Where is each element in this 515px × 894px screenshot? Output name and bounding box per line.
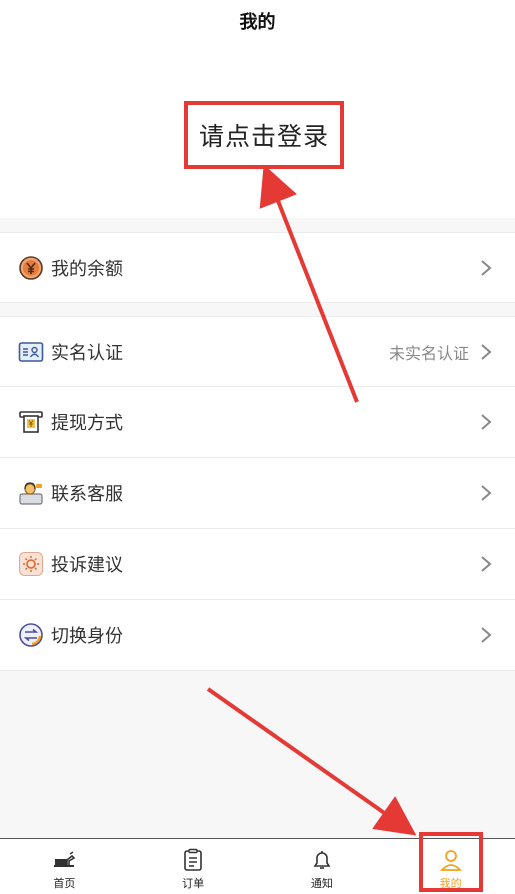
chevron-right-icon	[479, 413, 493, 431]
profile-header: 我的 请点击登录	[0, 0, 515, 218]
menu-label: 实名认证	[51, 342, 123, 364]
tab-highlight-box	[419, 832, 483, 892]
arrow-to-me-tab	[206, 687, 417, 836]
menu-label: 联系客服	[51, 484, 123, 505]
tab-orders[interactable]: 订单	[129, 839, 258, 894]
page-title: 我的	[239, 12, 276, 33]
home-truck-icon	[52, 848, 76, 872]
tab-label: 通知	[310, 876, 333, 890]
order-list-icon	[181, 848, 205, 872]
login-highlight-box: 请点击登录	[184, 101, 344, 169]
tab-label: 首页	[53, 876, 76, 890]
menu-item-customer-service[interactable]: 联系客服	[0, 458, 515, 529]
feedback-icon	[18, 551, 44, 577]
customer-service-icon	[18, 480, 44, 506]
menu-label: 切换身份	[51, 626, 123, 647]
chevron-right-icon	[479, 555, 493, 573]
switch-identity-icon	[18, 622, 44, 648]
menu-item-feedback[interactable]: 投诉建议	[0, 529, 515, 600]
verification-status: 未实名认证	[388, 343, 469, 363]
yen-coin-icon	[18, 255, 44, 281]
tab-label: 订单	[182, 876, 205, 890]
menu-label: 我的余额	[51, 258, 123, 280]
tab-home[interactable]: 首页	[0, 839, 129, 894]
menu-item-verification[interactable]: 实名认证 未实名认证	[0, 316, 515, 387]
chevron-right-icon	[479, 626, 493, 644]
id-card-icon	[18, 339, 44, 365]
menu-item-switch-identity[interactable]: 切换身份	[0, 600, 515, 671]
chevron-right-icon	[479, 343, 493, 361]
chevron-right-icon	[479, 484, 493, 502]
chevron-right-icon	[479, 259, 493, 277]
menu-item-withdraw[interactable]: 提现方式	[0, 387, 515, 458]
menu-item-balance[interactable]: 我的余额	[0, 232, 515, 303]
bell-icon	[310, 848, 334, 872]
profile-page: 我的 请点击登录 我的余额 实名认证 未实名认证 提现方式 联系客服 投诉建议 …	[0, 0, 515, 894]
menu-label: 提现方式	[51, 413, 123, 434]
menu-label: 投诉建议	[51, 555, 123, 576]
withdraw-icon	[18, 409, 44, 435]
tab-notifications[interactable]: 通知	[258, 839, 387, 894]
login-prompt-link[interactable]: 请点击登录	[199, 117, 329, 153]
